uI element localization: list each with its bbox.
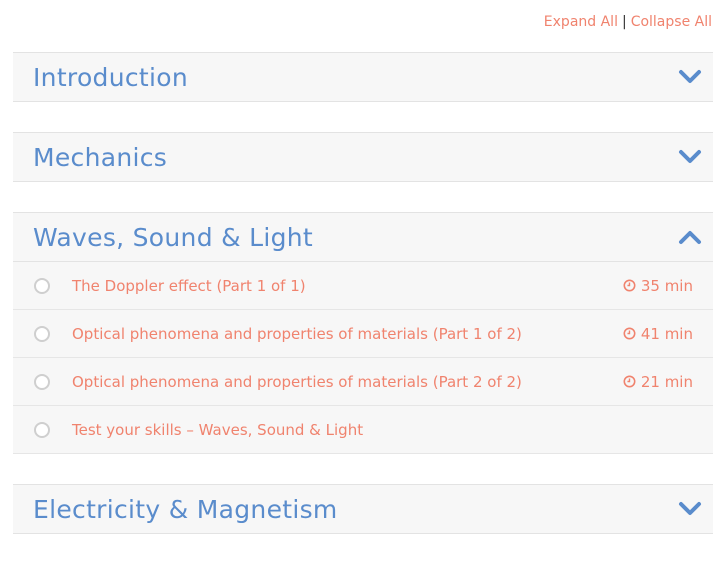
section-waves-sound-light: Waves, Sound & Light The Doppler effect … [13, 212, 713, 454]
section-title: Waves, Sound & Light [33, 222, 314, 252]
completion-radio[interactable] [34, 421, 50, 438]
section-header-waves-sound-light[interactable]: Waves, Sound & Light [13, 212, 713, 262]
lesson-item[interactable]: Test your skills – Waves, Sound & Light [13, 406, 713, 454]
section-header-introduction[interactable]: Introduction [13, 52, 713, 102]
course-accordion: Introduction Mechanics Waves, Sound & Li… [13, 52, 713, 564]
lesson-duration: 41 min [623, 325, 693, 343]
chevron-down-icon[interactable] [677, 500, 703, 518]
chevron-down-icon[interactable] [677, 68, 703, 86]
section-mechanics: Mechanics [13, 132, 713, 182]
duration-text: 35 min [640, 276, 693, 295]
section-title: Introduction [33, 62, 188, 92]
chevron-up-icon[interactable] [677, 228, 703, 246]
lesson-item[interactable]: The Doppler effect (Part 1 of 1) 35 min [13, 262, 713, 310]
duration-text: 41 min [640, 324, 693, 343]
lesson-title[interactable]: Optical phenomena and properties of mate… [72, 325, 522, 343]
lesson-title[interactable]: The Doppler effect (Part 1 of 1) [72, 277, 306, 295]
lesson-title[interactable]: Test your skills – Waves, Sound & Light [72, 421, 363, 439]
chevron-down-icon[interactable] [677, 148, 703, 166]
expand-collapse-links: Expand All | Collapse All [544, 14, 712, 30]
section-introduction: Introduction [13, 52, 713, 102]
section-electricity-magnetism: Electricity & Magnetism [13, 484, 713, 534]
lesson-duration: 35 min [623, 277, 693, 295]
lesson-item[interactable]: Optical phenomena and properties of mate… [13, 310, 713, 358]
lesson-title[interactable]: Optical phenomena and properties of mate… [72, 373, 522, 391]
section-title: Mechanics [33, 142, 168, 172]
lesson-list: The Doppler effect (Part 1 of 1) 35 min … [13, 262, 713, 454]
section-header-mechanics[interactable]: Mechanics [13, 132, 713, 182]
lesson-item[interactable]: Optical phenomena and properties of mate… [13, 358, 713, 406]
section-header-electricity-magnetism[interactable]: Electricity & Magnetism [13, 484, 713, 534]
completion-radio[interactable] [34, 277, 50, 294]
completion-radio[interactable] [34, 373, 50, 390]
clock-icon [623, 327, 636, 340]
collapse-all-link[interactable]: Collapse All [631, 14, 712, 30]
completion-radio[interactable] [34, 325, 50, 342]
expand-all-link[interactable]: Expand All [544, 14, 618, 30]
clock-icon [623, 279, 636, 292]
duration-text: 21 min [640, 372, 693, 391]
lesson-duration: 21 min [623, 373, 693, 391]
clock-icon [623, 375, 636, 388]
section-title: Electricity & Magnetism [33, 494, 338, 524]
link-separator: | [621, 14, 627, 30]
